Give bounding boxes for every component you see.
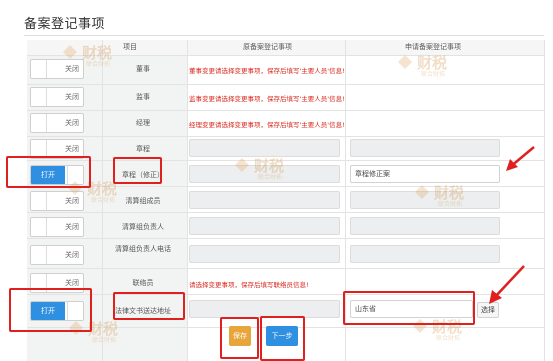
highlight-next-button [260,316,305,361]
table-row: 关闭 清算组成员 [27,188,545,214]
table-header: 项目 原备案登记事项 申请备案登记事项 [27,40,545,56]
highlight-save-button [220,317,259,359]
row-label: 章程 [136,145,150,153]
row-label: 经理 [136,119,150,127]
highlight-label-address [113,292,185,320]
applied-value-field[interactable]: 章程修正案 [350,165,500,183]
original-value-field [189,245,340,263]
table-row: 关闭 清算组负责人 [27,214,545,240]
original-value-field [189,139,340,157]
applied-value-field[interactable] [350,217,500,235]
applied-value-field[interactable] [350,245,500,263]
applied-value-field[interactable] [350,139,500,157]
original-value-field [189,217,340,235]
row-label: 清算组成员 [125,197,161,205]
row-label: 清算组负责人电话 [115,245,171,253]
row-label: 董事 [136,65,150,73]
toggle-switch[interactable]: 关闭 [30,113,84,133]
table-row: 关闭 监事 监事变更请选择变更事项，保存后填写'主要人员'信息! [27,84,545,110]
row-note: 董事变更请选择变更事项，保存后填写'主要人员'信息! [189,67,345,75]
toggle-switch[interactable]: 关闭 [30,217,84,237]
pointer-arrow-icon [489,265,525,304]
toggle-switch[interactable]: 关闭 [30,245,84,265]
header-applied: 申请备案登记事项 [405,43,461,51]
toggle-switch[interactable]: 关闭 [30,59,84,79]
header-item: 项目 [123,43,137,51]
row-note: 监事变更请选择变更事项，保存后填写'主要人员'信息! [189,95,345,103]
pointer-arrow-icon [506,146,535,171]
page-title: 备案登记事项 [24,17,106,32]
header-original: 原备案登记事项 [243,43,292,51]
applied-value-field[interactable] [350,191,500,209]
row-label: 清算组负责人 [122,223,164,231]
row-note: 请选择变更事项，保存后填写联络员信息! [189,281,309,289]
row-label: 联络员 [132,279,154,287]
table-row: 关闭 章程 [27,136,545,162]
table-row: 打开 章程（修正） 章程修正案 [27,162,545,188]
title-divider [24,35,544,36]
toggle-switch[interactable]: 关闭 [30,87,84,107]
highlight-toggle-address [9,288,92,332]
table-row: 关闭 董事 董事变更请选择变更事项，保存后填写'主要人员'信息! [27,56,545,82]
row-label: 监事 [136,93,150,101]
table-row: 关闭 经理 经理变更请选择变更事项，保存后填写'主要人员'信息! [27,110,545,136]
highlight-address-field [343,291,475,325]
highlight-toggle-charter [6,156,91,188]
row-note: 经理变更请选择变更事项，保存后填写'主要人员'信息! [189,121,345,129]
highlight-label-charter [113,157,162,184]
original-value-field [189,165,340,183]
table-row: 关闭 清算组负责人电话 [27,242,545,268]
original-value-field [189,191,340,209]
toggle-switch[interactable]: 关闭 [30,191,84,211]
